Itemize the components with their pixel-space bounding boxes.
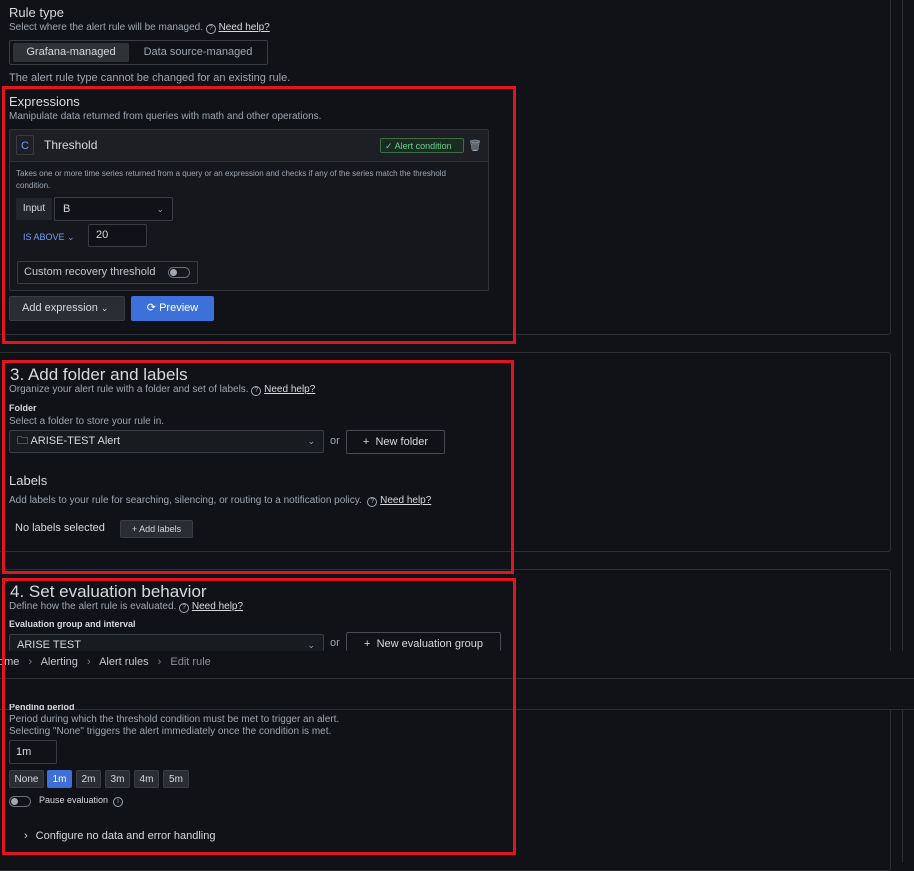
input-select[interactable]: B ⌄ [54, 197, 173, 221]
right-scrollbar[interactable] [902, 0, 913, 862]
help-icon: ? [251, 386, 262, 396]
evaluation-help-link[interactable]: Need help? [192, 601, 243, 612]
pending-period-description-2: Selecting "None" triggers the alert imme… [9, 726, 332, 737]
expressions-title: Expressions [9, 94, 80, 109]
plus-icon: + [364, 638, 371, 650]
help-icon: ? [205, 24, 216, 34]
breadcrumb: ome › Alerting › Alert rules › Edit rule [0, 656, 211, 668]
rule-type-note: The alert rule type cannot be changed fo… [9, 72, 291, 84]
chevron-down-icon: ⌄ [307, 436, 315, 446]
help-icon: ? [179, 603, 190, 613]
threshold-value-input[interactable]: 20 [88, 224, 147, 247]
preview-button[interactable]: ⟳ Preview [131, 296, 214, 321]
threshold-card-header: C Threshold ✓ Alert condition 🗑 [10, 130, 488, 162]
folder-select[interactable]: 🗀 ARISE-TEST Alert ⌄ [9, 430, 324, 453]
pending-option-2m[interactable]: 2m [76, 770, 101, 788]
breadcrumb-alert-rules[interactable]: Alert rules [99, 656, 149, 668]
pending-option-3m[interactable]: 3m [105, 770, 130, 788]
new-folder-button[interactable]: + New folder [346, 430, 445, 454]
chevron-right-icon: › [157, 656, 162, 668]
or-text: or [330, 637, 340, 649]
plus-icon: + [362, 436, 370, 448]
evaluation-section-title: 4. Set evaluation behavior [10, 582, 207, 601]
folder-label: Folder [9, 403, 37, 413]
chevron-right-icon: › [86, 656, 91, 668]
expressions-description: Manipulate data returned from queries wi… [9, 111, 322, 122]
labels-help-link[interactable]: Need help? [380, 495, 431, 506]
chevron-down-icon: ⌄ [100, 303, 109, 313]
labels-description: Add labels to your rule for searching, s… [9, 495, 432, 507]
expression-name: Threshold [44, 138, 98, 152]
custom-recovery-toggle[interactable] [168, 267, 190, 278]
data-source-managed-option[interactable]: Data source-managed [133, 43, 263, 62]
threshold-description: Takes one or more time series returned f… [16, 169, 446, 190]
check-icon: ✓ [385, 141, 393, 151]
rule-type-title: Rule type [9, 5, 64, 20]
chevron-down-icon: ⌄ [156, 204, 164, 214]
breadcrumb-divider [0, 678, 914, 679]
pending-option-5m[interactable]: 5m [163, 770, 189, 788]
folder-description: Select a folder to store your rule in. [9, 416, 165, 427]
pending-period-label: Pending period [9, 704, 75, 710]
input-label: Input [16, 198, 52, 220]
chevron-right-icon: › [24, 830, 28, 842]
add-labels-button[interactable]: + Add labels [120, 520, 193, 538]
custom-recovery-label: Custom recovery threshold [24, 266, 156, 278]
info-icon: i [113, 797, 124, 807]
rule-type-radio-group: Grafana-managed Data source-managed [9, 40, 268, 65]
folder-icon: 🗀 [17, 435, 28, 447]
threshold-card: C Threshold ✓ Alert condition 🗑 Takes on… [9, 129, 489, 291]
new-evaluation-group-button[interactable]: + New evaluation group [346, 632, 501, 651]
chevron-down-icon: ⌄ [67, 232, 75, 242]
breadcrumb-alerting[interactable]: Alerting [41, 656, 78, 668]
pending-option-1m[interactable]: 1m [47, 770, 72, 788]
pause-evaluation-label: Pause evaluation i [39, 795, 124, 807]
grafana-managed-option[interactable]: Grafana-managed [13, 43, 129, 62]
plus-icon: + [131, 524, 138, 534]
operator-select[interactable]: IS ABOVE ⌄ [16, 228, 93, 246]
rule-type-help-link[interactable]: Need help? [219, 22, 270, 33]
chevron-right-icon: › [28, 656, 33, 668]
rule-type-description: Select where the alert rule will be mana… [9, 22, 270, 34]
pending-option-none[interactable]: None [9, 770, 44, 788]
alert-condition-badge: ✓ Alert condition [380, 138, 464, 153]
breadcrumb-bar: ome › Alerting › Alert rules › Edit rule [0, 651, 914, 710]
folder-section-title: 3. Add folder and labels [10, 365, 188, 384]
evaluation-group-select[interactable]: ARISE TEST ⌄ [9, 634, 324, 651]
refresh-icon: ⟳ [146, 302, 157, 314]
custom-recovery-field: Custom recovery threshold [17, 261, 198, 284]
header-divider [0, 709, 914, 710]
pending-option-4m[interactable]: 4m [134, 770, 159, 788]
folder-section-description: Organize your alert rule with a folder a… [9, 384, 316, 396]
or-text: or [330, 435, 340, 447]
trash-icon[interactable]: 🗑 [468, 139, 482, 152]
chevron-down-icon: ⌄ [307, 640, 315, 650]
folder-help-link[interactable]: Need help? [264, 384, 315, 395]
help-icon: ? [367, 497, 378, 507]
pending-period-description-1: Period during which the threshold condit… [9, 714, 340, 725]
no-labels-text: No labels selected [15, 522, 105, 534]
labels-title: Labels [9, 473, 48, 488]
add-expression-button[interactable]: Add expression ⌄ [9, 296, 125, 321]
evaluation-group-label: Evaluation group and interval [9, 619, 136, 629]
pending-period-input[interactable]: 1m [9, 740, 57, 764]
ref-id-badge: C [16, 135, 34, 155]
evaluation-description: Define how the alert rule is evaluated. … [9, 601, 244, 613]
breadcrumb-edit-rule: Edit rule [170, 656, 211, 668]
configure-no-data-toggle[interactable]: › Configure no data and error handling [24, 830, 215, 842]
breadcrumb-home[interactable]: ome [0, 656, 19, 668]
pause-evaluation-toggle[interactable] [9, 796, 31, 807]
